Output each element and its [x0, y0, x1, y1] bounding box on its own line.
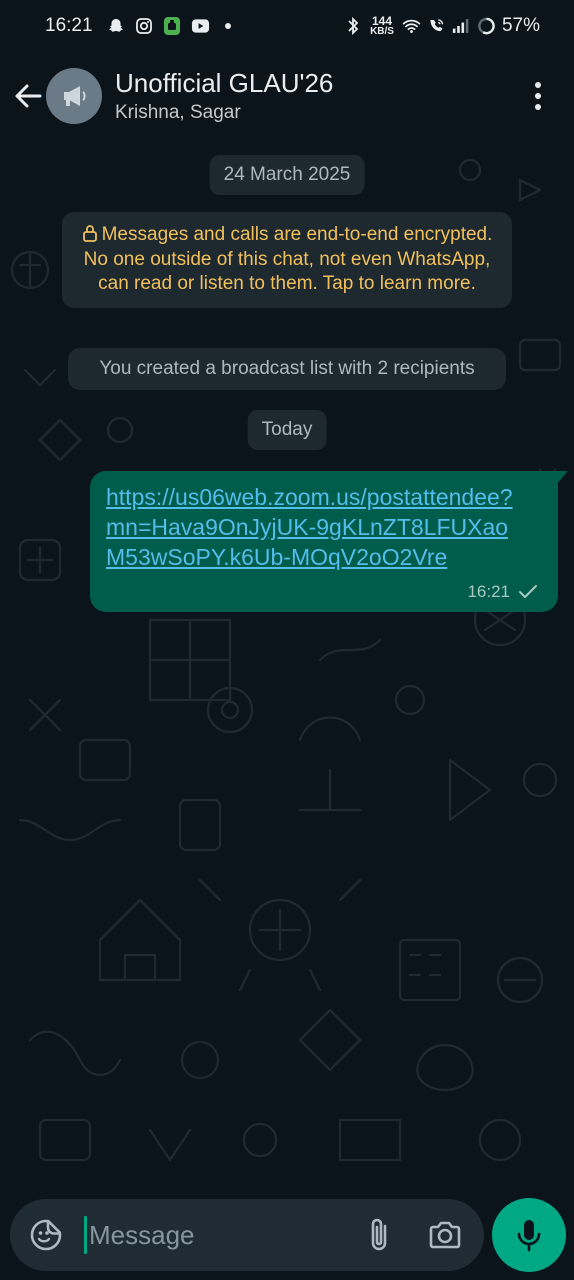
chat-subtitle: Krishna, Sagar: [115, 102, 241, 123]
broadcast-megaphone-icon: [64, 86, 86, 106]
paperclip-icon: [371, 1218, 387, 1251]
encryption-notice-text: Messages and calls are end-to-end encryp…: [83, 224, 493, 294]
message-input[interactable]: [89, 1219, 349, 1251]
notification-icons: [107, 17, 238, 36]
status-time: 16:21: [45, 15, 93, 36]
back-button[interactable]: [8, 76, 48, 116]
date-chip: 24 March 2025: [209, 155, 365, 195]
status-right: 144 KB/S 57%: [343, 15, 540, 37]
network-speed: 144 KB/S: [370, 15, 394, 37]
chat-header: Unofficial GLAU'26 Krishna, Sagar: [0, 52, 574, 140]
voice-message-button[interactable]: [492, 1198, 566, 1272]
microphone-icon: [517, 1220, 541, 1252]
battery-percent: 57%: [501, 15, 540, 36]
bubble-tail: [556, 471, 568, 485]
youtube-icon: [191, 17, 210, 36]
message-composer: [10, 1199, 484, 1271]
encryption-notice[interactable]: Messages and calls are end-to-end encryp…: [62, 212, 512, 308]
snapchat-icon: [107, 17, 126, 36]
single-check-icon: [519, 585, 537, 598]
sticker-emoji-button[interactable]: [26, 1215, 66, 1255]
signal-icon: [452, 17, 471, 36]
message-time: 16:21: [467, 582, 510, 601]
arrow-left-icon: [15, 84, 42, 108]
wifi-icon: [402, 17, 421, 36]
chat-title: Unofficial GLAU'26: [115, 68, 334, 98]
date-chip-today: Today: [247, 410, 327, 450]
more-options-button[interactable]: [524, 74, 552, 118]
menu-dot-icon: [535, 104, 541, 110]
instagram-icon: [135, 17, 154, 36]
wifi-calling-icon: [427, 17, 446, 36]
bluetooth-icon: [343, 16, 362, 36]
battery-icon: [477, 17, 496, 36]
dot-icon: [219, 17, 238, 36]
avatar[interactable]: [46, 68, 102, 124]
camera-button[interactable]: [423, 1213, 467, 1257]
sticker-icon: [30, 1219, 62, 1251]
network-speed-unit: KB/S: [370, 26, 394, 37]
status-bar: 16:21 144 KB/S 57%: [0, 0, 574, 52]
system-message: You created a broadcast list with 2 reci…: [68, 348, 506, 390]
chat-area[interactable]: 24 March 2025 Messages and calls are end…: [0, 140, 574, 1188]
message-link[interactable]: https://us06web.zoom.us/postattendee?mn=…: [106, 482, 526, 572]
lock-icon: [82, 225, 97, 242]
message-meta: 16:21: [467, 582, 538, 602]
text-caret: [84, 1216, 87, 1254]
chat-title-block[interactable]: Unofficial GLAU'26 Krishna, Sagar: [115, 67, 333, 125]
camera-icon: [429, 1221, 461, 1249]
android-app-icon: [163, 17, 182, 36]
attach-button[interactable]: [361, 1213, 397, 1257]
menu-dot-icon: [535, 82, 541, 88]
menu-dot-icon: [535, 93, 541, 99]
outgoing-message-bubble[interactable]: https://us06web.zoom.us/postattendee?mn=…: [90, 471, 568, 612]
